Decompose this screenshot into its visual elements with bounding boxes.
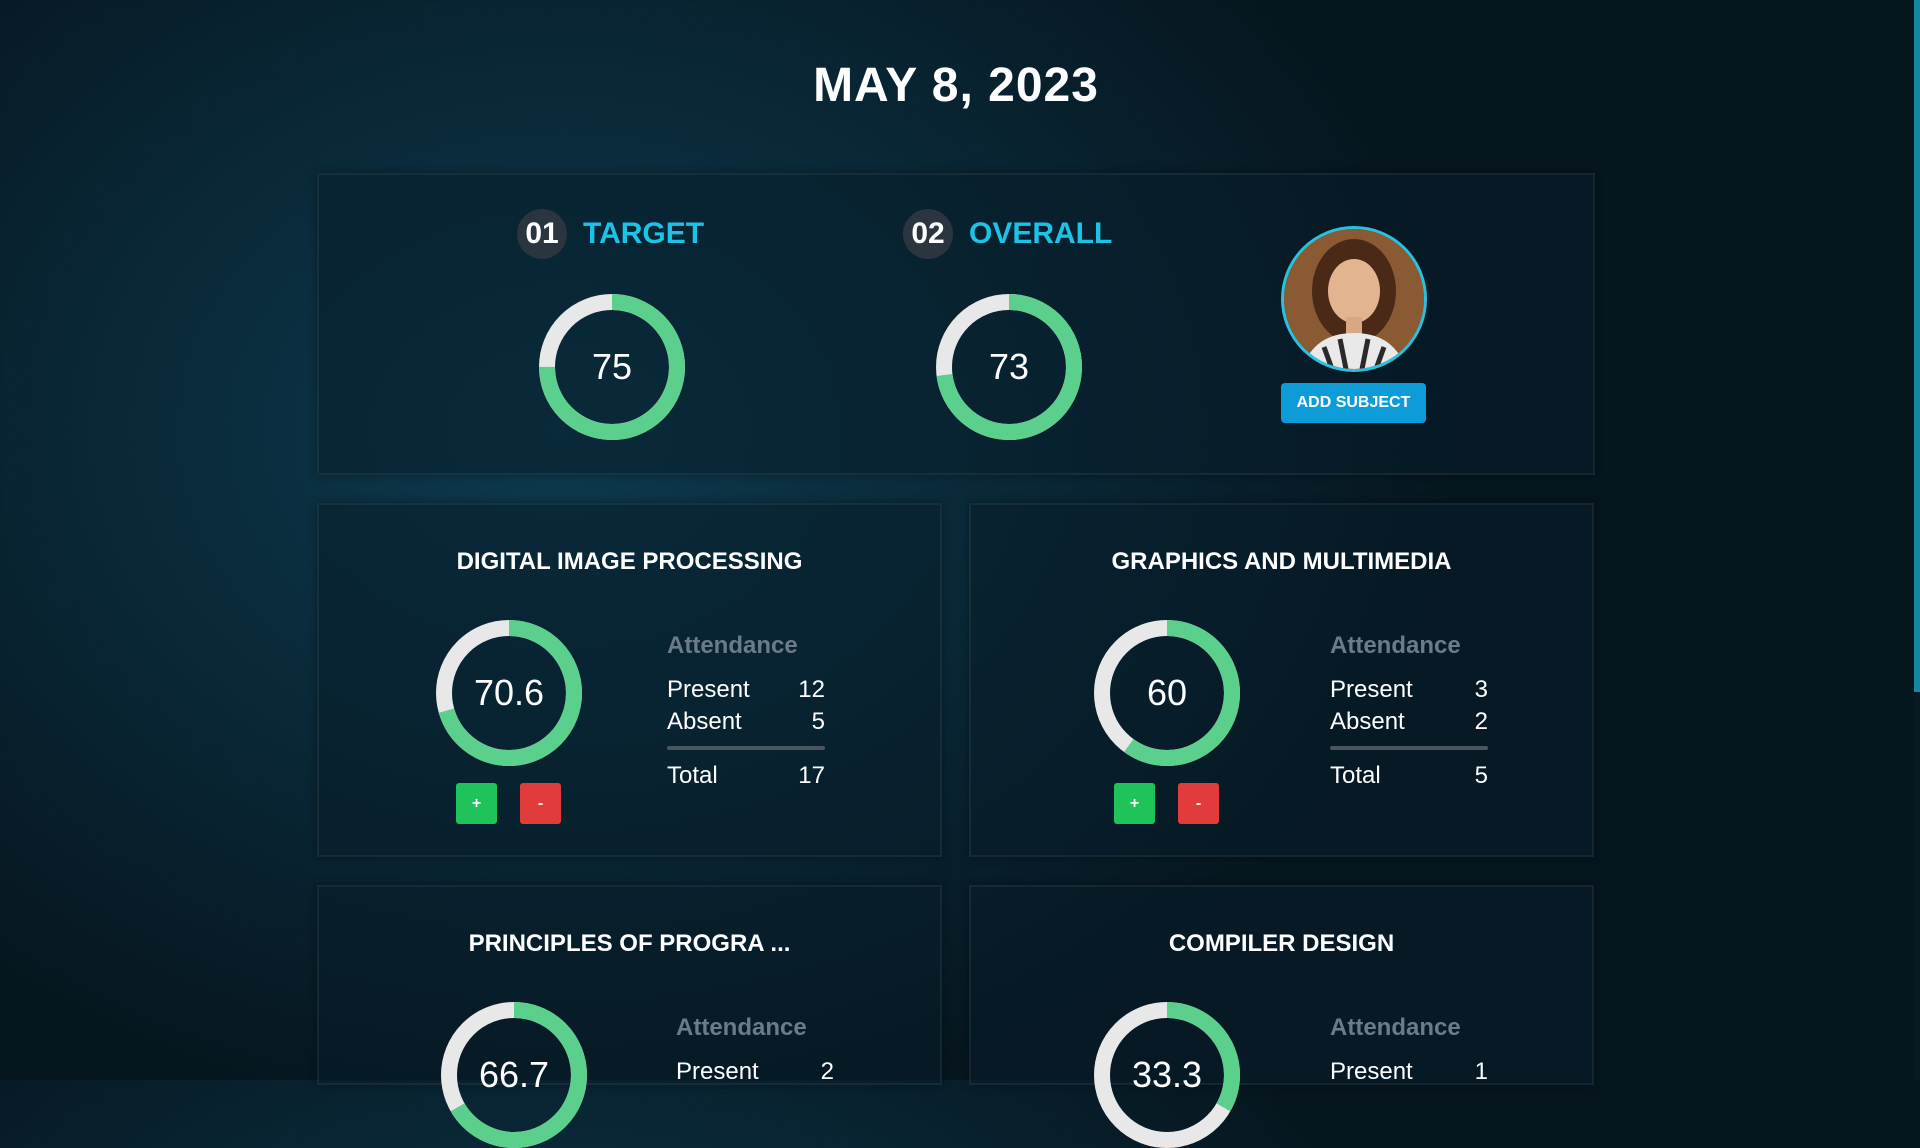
subject-title: COMPILER DESIGN [1168, 930, 1395, 957]
attendance-summary: Attendance Present 2 [676, 1014, 834, 1088]
subject-percentage: 66.7 [478, 1054, 550, 1095]
absent-count: 2 [1474, 708, 1488, 735]
present-count: 3 [1474, 676, 1488, 703]
subject-card: GRAPHICS AND MULTIMEDIA [969, 503, 1594, 857]
subject-percentage: 33.3 [1131, 1054, 1203, 1095]
subject-progress-ring: 33.3 [1094, 1002, 1240, 1148]
overall-label: OVERALL [969, 217, 1113, 250]
attendance-heading: Attendance [1330, 1014, 1461, 1041]
total-label: Total [667, 762, 718, 789]
scrollbar-thumb[interactable] [1914, 0, 1920, 692]
present-row: Present 12 [667, 674, 825, 706]
present-count: 2 [820, 1058, 834, 1085]
subject-card: DIGITAL IMAGE PROCESSING [317, 503, 942, 857]
target-value: 75 [591, 346, 633, 387]
absent-label: Absent [1330, 708, 1405, 735]
attendance-summary: Attendance Present 3 Absent 2 Total 5 [1330, 632, 1488, 792]
target-number-badge: 01 [517, 209, 567, 259]
absent-row: Absent 5 [667, 706, 825, 738]
add-subject-button[interactable]: ADD SUBJECT [1281, 383, 1426, 423]
attendance-heading: Attendance [1330, 632, 1461, 659]
target-progress-ring: 75 [539, 294, 685, 440]
user-avatar-icon [1284, 229, 1424, 369]
subject-title: PRINCIPLES OF PROGRA ... [468, 930, 791, 957]
divider [1330, 746, 1488, 750]
present-label: Present [1330, 676, 1413, 703]
increment-present-button[interactable]: + [456, 783, 497, 824]
overall-value: 73 [988, 346, 1030, 387]
subject-title: GRAPHICS AND MULTIMEDIA [1111, 548, 1452, 575]
attendance-summary: Attendance Present 12 Absent 5 Total 17 [667, 632, 825, 792]
avatar[interactable] [1281, 226, 1427, 372]
present-label: Present [1330, 1058, 1413, 1085]
overall-progress-ring: 73 [936, 294, 1082, 440]
subject-progress-ring: 66.7 [441, 1002, 587, 1148]
absent-label: Absent [667, 708, 742, 735]
overall-number-badge: 02 [903, 209, 953, 259]
total-count: 5 [1474, 762, 1488, 789]
increment-absent-button[interactable]: - [520, 783, 561, 824]
subject-card: COMPILER DESIGN [969, 885, 1594, 1085]
overall-header: 02 OVERALL [903, 209, 1112, 259]
divider [667, 746, 825, 750]
attendance-heading: Attendance [667, 632, 798, 659]
target-header: 01 TARGET [517, 209, 704, 259]
increment-absent-button[interactable]: - [1178, 783, 1219, 824]
absent-row: Absent 2 [1330, 706, 1488, 738]
present-count: 12 [798, 676, 825, 703]
total-row: Total 5 [1330, 760, 1488, 792]
total-label: Total [1330, 762, 1381, 789]
subject-percentage: 60 [1146, 672, 1188, 713]
present-row: Present 1 [1330, 1056, 1488, 1088]
present-row: Present 2 [676, 1056, 834, 1088]
attendance-summary: Attendance Present 1 [1330, 1014, 1488, 1088]
total-row: Total 17 [667, 760, 825, 792]
present-label: Present [667, 676, 750, 703]
total-count: 17 [798, 762, 825, 789]
absent-count: 5 [811, 708, 825, 735]
subject-progress-ring: 60 [1094, 620, 1240, 766]
subject-title: DIGITAL IMAGE PROCESSING [456, 548, 803, 575]
present-count: 1 [1474, 1058, 1488, 1085]
increment-present-button[interactable]: + [1114, 783, 1155, 824]
target-label: TARGET [583, 217, 705, 250]
scrollbar-track[interactable] [1914, 0, 1920, 1080]
subject-card: PRINCIPLES OF PROGRA ... [317, 885, 942, 1085]
subject-progress-ring: 70.6 [436, 620, 582, 766]
page-date: MAY 8, 2023 [813, 59, 1099, 112]
present-label: Present [676, 1058, 759, 1085]
subject-percentage: 70.6 [473, 672, 545, 713]
present-row: Present 3 [1330, 674, 1488, 706]
attendance-heading: Attendance [676, 1014, 807, 1041]
